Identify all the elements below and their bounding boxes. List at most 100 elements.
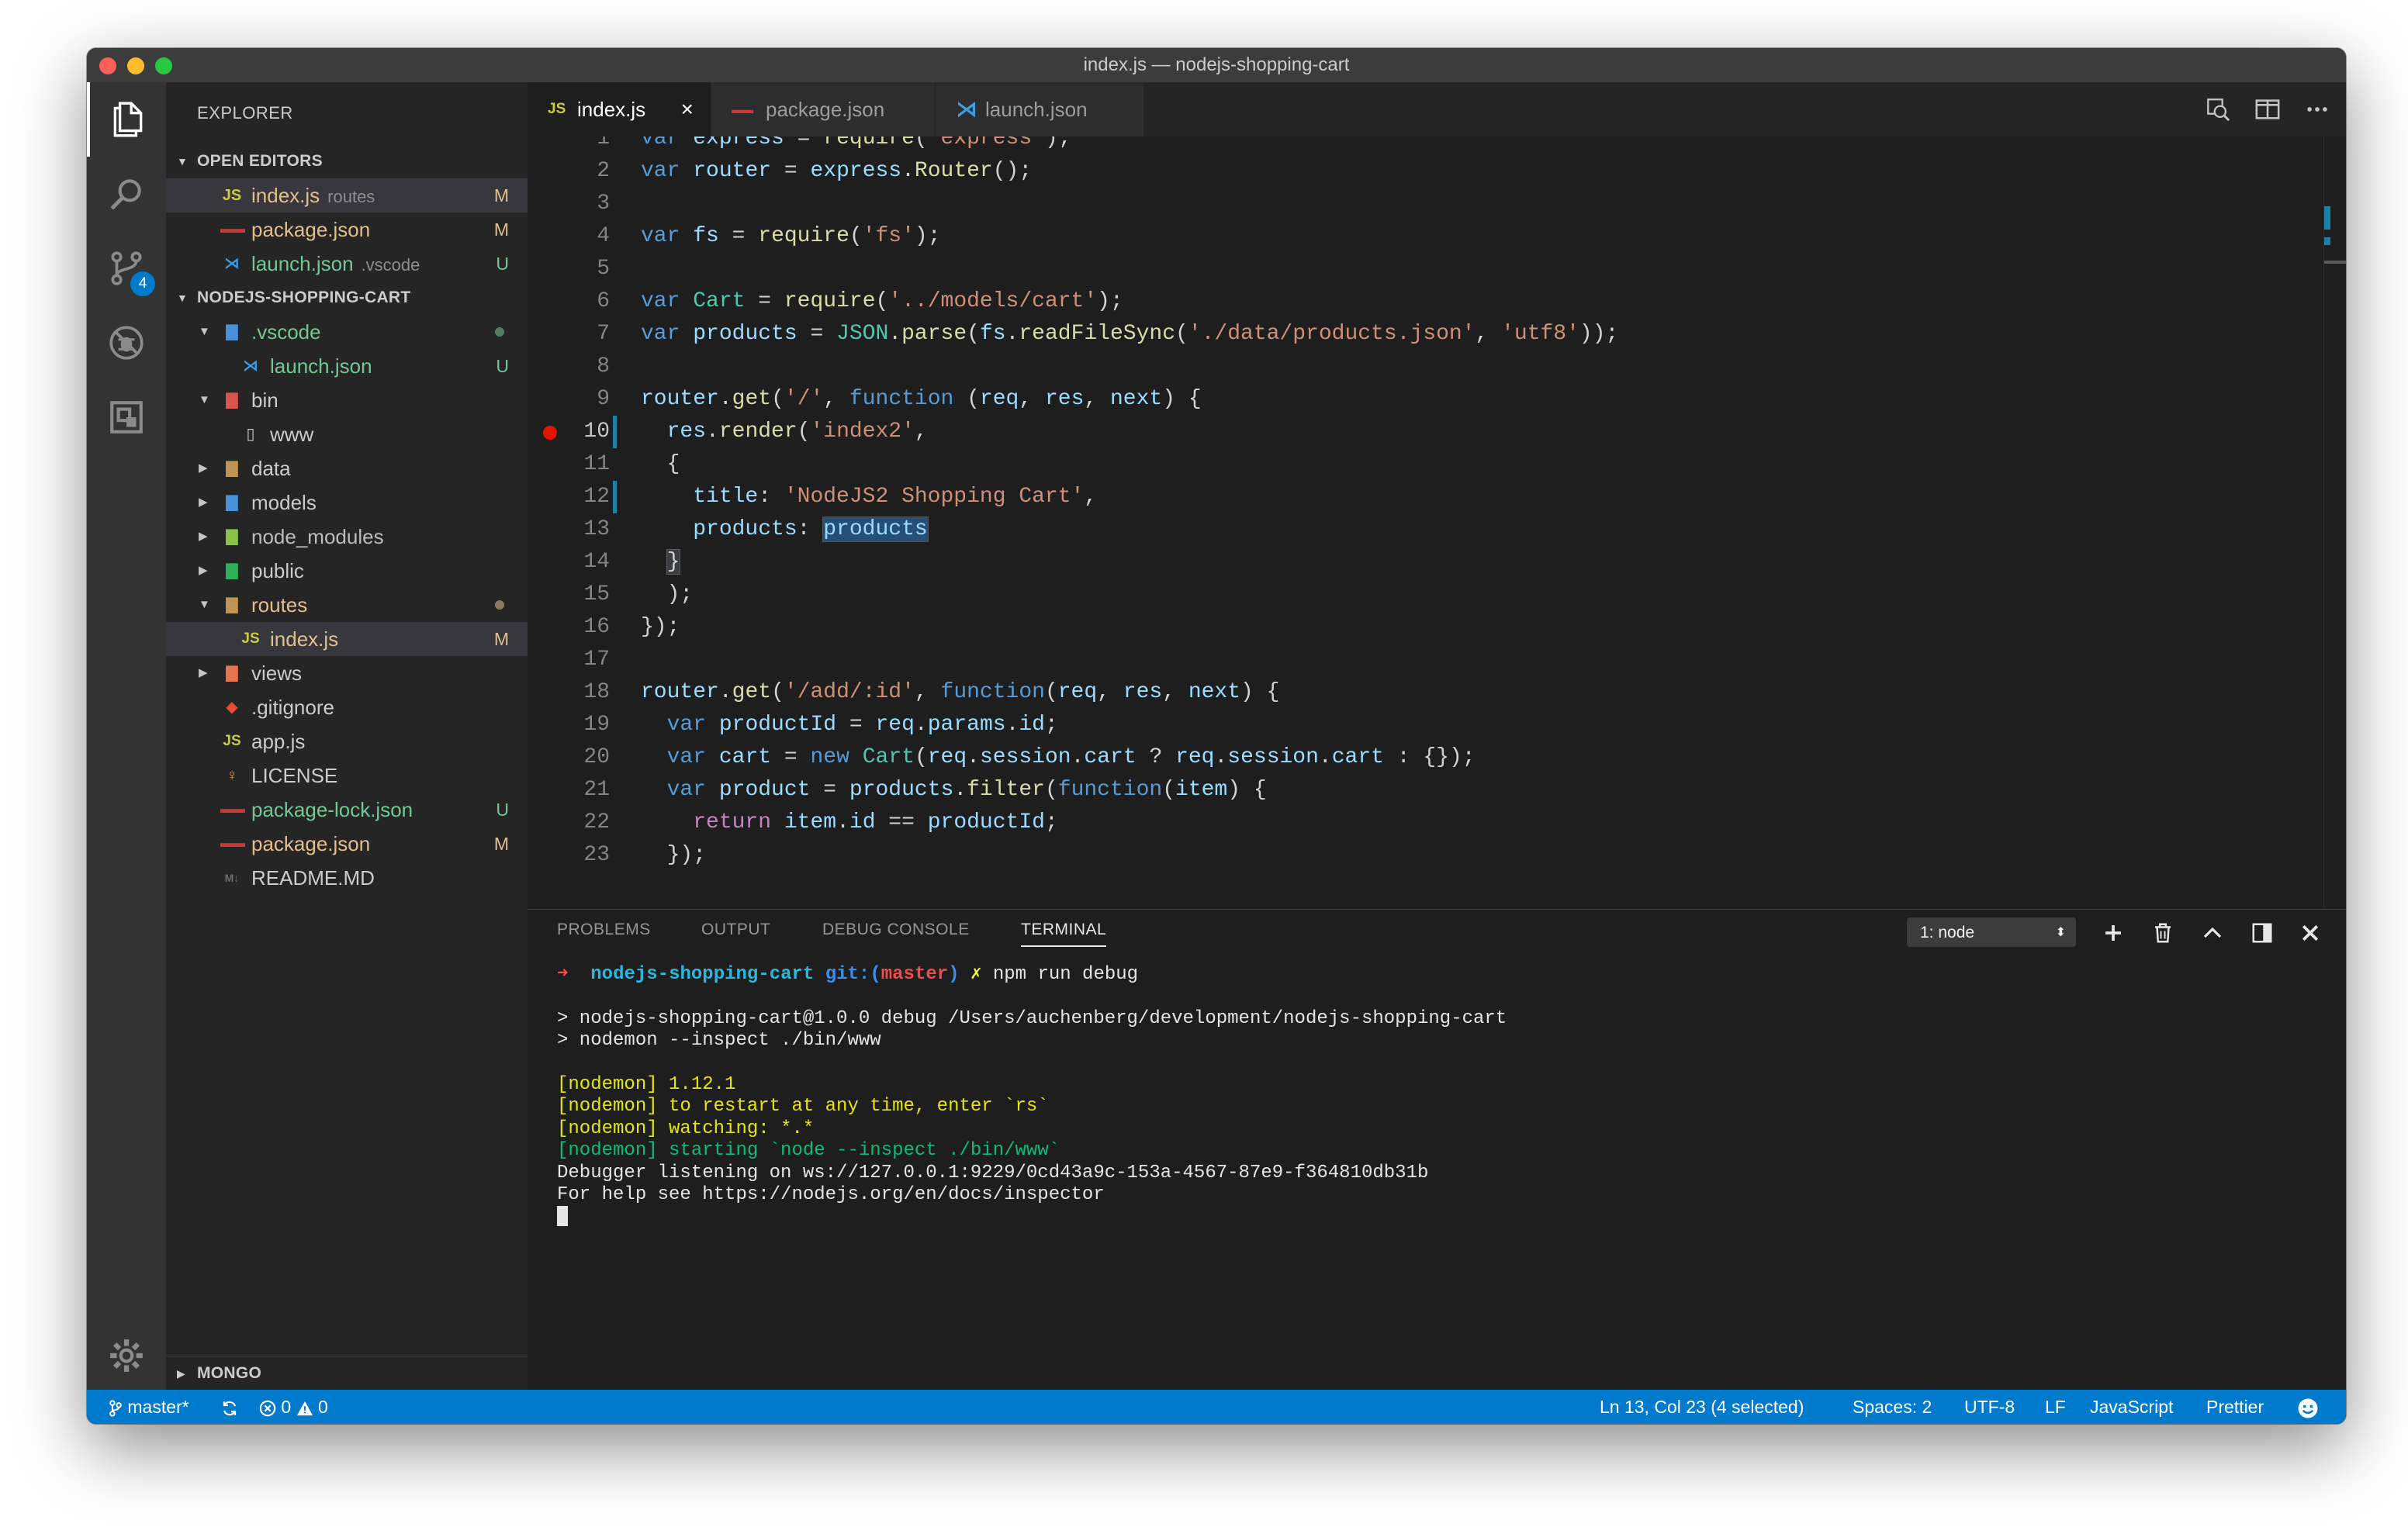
explorer-activity[interactable] — [87, 82, 166, 157]
tree-file-gitignore[interactable]: ◆ .gitignore — [166, 690, 528, 724]
line-number[interactable]: 15 — [528, 579, 610, 611]
split-editor-icon[interactable] — [2254, 96, 2281, 123]
code-line[interactable]: 18 router.get('/add/:id', function(req, r… — [528, 676, 2327, 709]
tree-file-launch-json[interactable]: ⋊ launch.json U — [166, 349, 528, 383]
open-editor-item-launch-json[interactable]: ⋊ launch.json .vscode U — [166, 247, 528, 281]
line-number[interactable]: 3 — [528, 188, 610, 220]
problems-item[interactable]: 0 0 — [259, 1390, 328, 1424]
tree-file-index-js[interactable]: JS index.js M — [166, 622, 528, 656]
close-tab-icon[interactable]: × — [681, 82, 694, 136]
extensions-activity[interactable] — [87, 380, 166, 454]
tree-folder-node-modules[interactable]: ▶ ▇ node_modules — [166, 520, 528, 554]
tab-launch-json[interactable]: ⋊ launch.json — [936, 82, 1144, 136]
code-line[interactable]: 20 var cart = new Cart(req.session.cart … — [528, 741, 2327, 774]
terminal-select[interactable]: 1: node ⬍ — [1907, 917, 2076, 947]
code-line[interactable]: 6 var Cart = require('../models/cart'); — [528, 285, 2327, 318]
panel-tab-output[interactable]: OUTPUT — [701, 910, 770, 950]
maximize-window-button[interactable] — [155, 57, 172, 74]
more-actions-icon[interactable] — [2304, 96, 2330, 123]
line-number[interactable]: 9 — [528, 383, 610, 416]
code-line[interactable]: 13 products: products — [528, 513, 2327, 546]
code-line[interactable]: 21 var product = products.filter(functio… — [528, 774, 2327, 807]
source-control-activity[interactable]: 4 — [87, 231, 166, 306]
open-editors-header[interactable]: ▼ OPEN EDITORS — [166, 144, 528, 178]
line-number[interactable]: 4 — [528, 220, 610, 253]
toggle-panel-position-button[interactable] — [2247, 919, 2278, 947]
line-number[interactable]: 16 — [528, 611, 610, 644]
language-mode-item[interactable]: JavaScript — [2090, 1390, 2173, 1424]
line-number[interactable]: 12 — [528, 481, 610, 513]
tree-folder-data[interactable]: ▶ ▇ data — [166, 451, 528, 485]
code-line[interactable]: 3 — [528, 188, 2327, 220]
line-number[interactable]: 10 — [528, 416, 610, 448]
panel-tab-debug-console[interactable]: DEBUG CONSOLE — [822, 910, 970, 950]
kill-terminal-button[interactable] — [2147, 919, 2178, 947]
terminal-output[interactable]: ➜ nodejs-shopping-cart git:(master) ✗ np… — [557, 964, 2326, 1228]
line-number[interactable]: 14 — [528, 546, 610, 579]
eol-item[interactable]: LF — [2045, 1390, 2066, 1424]
minimize-window-button[interactable] — [127, 57, 144, 74]
code-line[interactable]: 5 — [528, 253, 2327, 285]
code-line[interactable]: 17 — [528, 644, 2327, 676]
new-terminal-button[interactable] — [2098, 919, 2129, 947]
code-line[interactable]: 10 res.render('index2', — [528, 416, 2327, 448]
tree-folder-routes[interactable]: ▼ ▇ routes — [166, 588, 528, 622]
tree-file-app-js[interactable]: JS app.js — [166, 724, 528, 758]
indentation-item[interactable]: Spaces: 2 — [1853, 1390, 1932, 1424]
line-number[interactable]: 20 — [528, 741, 610, 774]
code-line[interactable]: 9 router.get('/', function (req, res, nex… — [528, 383, 2327, 416]
manage-activity[interactable] — [87, 1318, 166, 1393]
code-line[interactable]: 8 — [528, 351, 2327, 383]
project-header[interactable]: ▼ NODEJS-SHOPPING-CART — [166, 281, 528, 315]
editor-scrollbar[interactable] — [2323, 136, 2346, 909]
tree-folder-models[interactable]: ▶ ▇ models — [166, 485, 528, 520]
tab-package-json[interactable]: ▬▬ package.json — [711, 82, 936, 136]
line-number[interactable]: 7 — [528, 318, 610, 351]
cursor-position-item[interactable]: Ln 13, Col 23 (4 selected) — [1600, 1390, 1804, 1424]
line-number[interactable]: 18 — [528, 676, 610, 709]
line-number[interactable]: 21 — [528, 774, 610, 807]
code-line[interactable]: 22 return item.id == productId; — [528, 807, 2327, 839]
code-line[interactable]: 11 { — [528, 448, 2327, 481]
close-panel-button[interactable] — [2295, 919, 2326, 947]
encoding-item[interactable]: UTF-8 — [1964, 1390, 2015, 1424]
git-branch-item[interactable]: master* — [109, 1390, 189, 1424]
code-line[interactable]: 1 var express = require('express'); — [528, 136, 2327, 155]
code-line[interactable]: 15 ); — [528, 579, 2327, 611]
code-line[interactable]: 7 var products = JSON.parse(fs.readFileSy… — [528, 318, 2327, 351]
tree-file-license[interactable]: ♀ LICENSE — [166, 758, 528, 793]
open-editor-item-index-js[interactable]: JS index.js routes M — [166, 178, 528, 212]
line-number[interactable]: 2 — [528, 155, 610, 188]
close-window-button[interactable] — [99, 57, 116, 74]
line-number[interactable]: 8 — [528, 351, 610, 383]
line-number[interactable]: 1 — [528, 136, 610, 155]
maximize-panel-button[interactable] — [2197, 919, 2228, 947]
tree-file-www[interactable]: ▯ www — [166, 417, 528, 451]
tree-file-package-json[interactable]: ▬▬ package.json M — [166, 827, 528, 861]
line-number[interactable]: 23 — [528, 839, 610, 872]
line-number[interactable]: 22 — [528, 807, 610, 839]
open-changes-icon[interactable] — [2205, 96, 2231, 123]
line-number[interactable]: 19 — [528, 709, 610, 741]
tab-index-js[interactable]: JS index.js × — [528, 82, 711, 136]
tree-folder-vscode[interactable]: ▼ ▇ .vscode — [166, 315, 528, 349]
tree-folder-bin[interactable]: ▼ ▇ bin — [166, 383, 528, 417]
feedback-button[interactable] — [2296, 1390, 2320, 1424]
debug-activity[interactable] — [87, 306, 166, 380]
panel-tab-terminal[interactable]: TERMINAL — [1021, 910, 1107, 950]
code-line[interactable]: 2 var router = express.Router(); — [528, 155, 2327, 188]
code-line[interactable]: 14 } — [528, 546, 2327, 579]
mongo-header[interactable]: ▶ MONGO — [166, 1356, 528, 1391]
code-line[interactable]: 23 }); — [528, 839, 2327, 872]
code-line[interactable]: 4 var fs = require('fs'); — [528, 220, 2327, 253]
breakpoint-icon[interactable] — [543, 426, 557, 440]
code-line[interactable]: 19 var productId = req.params.id; — [528, 709, 2327, 741]
line-number[interactable]: 11 — [528, 448, 610, 481]
search-activity[interactable] — [87, 157, 166, 231]
line-number[interactable]: 6 — [528, 285, 610, 318]
sync-button[interactable] — [220, 1390, 239, 1424]
line-number[interactable]: 5 — [528, 253, 610, 285]
tree-file-readme[interactable]: M↓ README.MD — [166, 861, 528, 895]
panel-tab-problems[interactable]: PROBLEMS — [557, 910, 651, 950]
tree-folder-views[interactable]: ▶ ▇ views — [166, 656, 528, 690]
